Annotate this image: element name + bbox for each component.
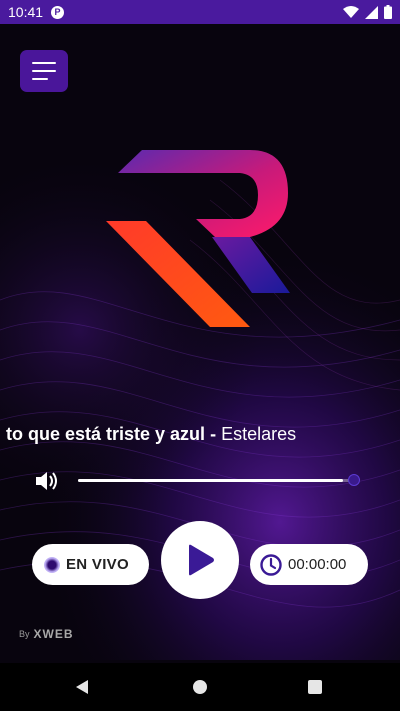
recents-icon[interactable]: [307, 679, 323, 695]
radio-logo: [106, 150, 290, 327]
live-indicator-icon: [44, 556, 60, 573]
back-icon[interactable]: [74, 679, 90, 695]
speaker-icon[interactable]: [33, 469, 61, 493]
wifi-icon: [343, 5, 359, 18]
developer-credit: By XWEB: [19, 627, 74, 641]
credit-by: By: [19, 629, 30, 639]
background-wave-art: [0, 0, 400, 711]
timer-value: 00:00:00: [288, 556, 347, 573]
home-icon[interactable]: [192, 679, 208, 695]
hamburger-menu-icon[interactable]: [20, 50, 68, 92]
song-title-marquee: to que está triste y azul - Estelares: [0, 424, 400, 448]
live-button[interactable]: EN VIVO: [32, 544, 149, 585]
volume-slider[interactable]: [78, 474, 360, 486]
status-icons: [343, 5, 392, 19]
p-badge-icon: P: [51, 5, 65, 19]
sleep-timer-button[interactable]: 00:00:00: [250, 544, 368, 585]
volume-fill: [78, 479, 343, 482]
signal-icon: [365, 5, 378, 19]
status-bar: 10:41 P: [0, 0, 400, 24]
battery-icon: [384, 5, 392, 19]
status-time: 10:41: [8, 4, 44, 20]
play-button[interactable]: [161, 521, 239, 599]
player-screen: 10:41 P to que está triste y azul - Este…: [0, 0, 400, 711]
navigation-bar: [0, 663, 400, 711]
clock-icon: [260, 553, 282, 576]
song-artist: Estelares: [221, 424, 297, 444]
song-separator: -: [210, 424, 217, 444]
play-icon: [189, 544, 214, 576]
song-track: to que está triste y azul: [6, 424, 206, 444]
live-label: EN VIVO: [66, 556, 129, 573]
volume-thumb[interactable]: [348, 474, 360, 486]
credit-brand: XWEB: [33, 627, 74, 641]
